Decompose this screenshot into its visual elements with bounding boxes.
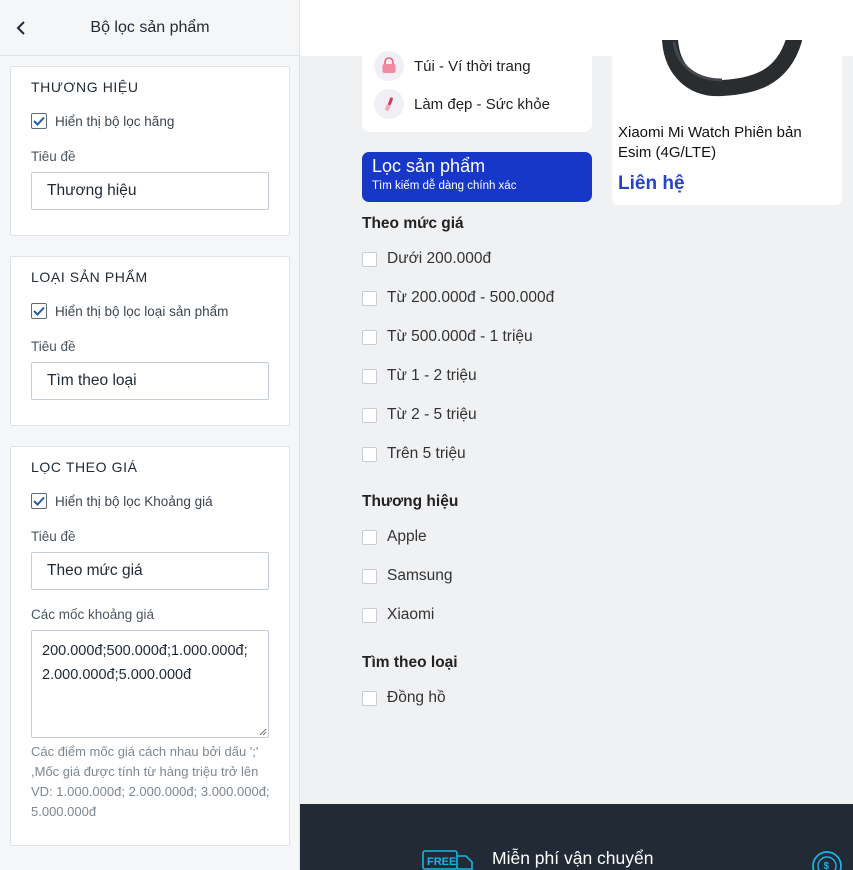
checkbox[interactable]	[362, 568, 377, 584]
field-label: Tiêu đề	[31, 339, 76, 354]
free-badge: FREE	[427, 856, 456, 868]
price-option[interactable]: Dưới 200.000đ	[362, 250, 491, 268]
card-heading: THƯƠNG HIỆU	[31, 79, 139, 95]
card-heading: LOẠI SẢN PHẨM	[31, 269, 148, 285]
preview-footer: FREE Miễn phí vận chuyển $	[300, 804, 853, 870]
option-label: Đồng hồ	[387, 689, 446, 706]
show-brand-filter-checkbox[interactable]: Hiển thị bộ lọc hãng	[31, 113, 174, 129]
option-label: Từ 1 - 2 triệu	[387, 367, 477, 384]
checkbox-checked[interactable]	[31, 303, 47, 319]
brand-option[interactable]: Apple	[362, 528, 427, 546]
checkbox-label: Hiển thị bộ lọc loại sản phẩm	[55, 303, 229, 319]
price-filter-title: Theo mức giá	[362, 215, 464, 232]
checkbox[interactable]	[362, 251, 377, 267]
price-option[interactable]: Từ 500.000đ - 1 triệu	[362, 328, 533, 346]
free-shipping-text: Miễn phí vận chuyển	[492, 848, 654, 868]
chevron-left-icon	[16, 21, 25, 35]
brand-title-input[interactable]: Thương hiệu	[31, 172, 269, 210]
filter-settings-panel: Bộ lọc sản phẩm THƯƠNG HIỆU Hiển thị bộ …	[0, 0, 300, 870]
option-label: Apple	[387, 528, 427, 545]
show-type-filter-checkbox[interactable]: Hiển thị bộ lọc loại sản phẩm	[31, 303, 228, 319]
brand-option[interactable]: Xiaomi	[362, 606, 434, 624]
resize-handle-icon[interactable]	[259, 728, 267, 736]
smartwatch-image	[662, 40, 802, 97]
panel-header: Bộ lọc sản phẩm	[0, 0, 299, 56]
show-price-filter-checkbox[interactable]: Hiển thị bộ lọc Khoảng giá	[31, 493, 213, 509]
category-label: Làm đẹp - Sức khỏe	[414, 95, 550, 113]
checkbox-label: Hiển thị bộ lọc hãng	[55, 113, 175, 129]
lipstick-icon	[374, 89, 404, 119]
price-filter-card: LỌC THEO GIÁ Hiển thị bộ lọc Khoảng giá …	[10, 446, 290, 846]
price-option[interactable]: Từ 1 - 2 triệu	[362, 367, 477, 385]
filter-banner: Lọc sản phẩm Tìm kiếm dễ dàng chính xác	[362, 152, 592, 202]
option-label: Từ 2 - 5 triệu	[387, 406, 477, 423]
checkbox[interactable]	[362, 329, 377, 345]
price-option[interactable]: Từ 2 - 5 triệu	[362, 406, 477, 424]
price-option[interactable]: Từ 200.000đ - 500.000đ	[362, 289, 554, 307]
checkbox[interactable]	[362, 607, 377, 623]
checkbox-label: Hiển thị bộ lọc Khoảng giá	[55, 493, 213, 509]
store-preview: Túi - Ví thời trang Làm đẹp - Sức khỏe X…	[300, 0, 853, 870]
price-ranges-value: 200.000đ;500.000đ;1.000.000đ;2.000.000đ;…	[42, 643, 248, 683]
category-list: Túi - Ví thời trang Làm đẹp - Sức khỏe	[362, 46, 592, 132]
option-label: Samsung	[387, 567, 453, 584]
price-option[interactable]: Trên 5 triệu	[362, 445, 466, 463]
category-label: Túi - Ví thời trang	[414, 57, 531, 75]
checkbox-checked[interactable]	[31, 493, 47, 509]
category-item[interactable]: Làm đẹp - Sức khỏe	[374, 89, 550, 119]
filter-banner-title: Lọc sản phẩm	[372, 156, 486, 176]
filter-banner-subtitle: Tìm kiếm dễ dàng chính xác	[372, 180, 517, 192]
type-title-input[interactable]: Tìm theo loại	[31, 362, 269, 400]
checkmark-icon	[33, 306, 45, 316]
product-price: Liên hệ	[618, 173, 685, 194]
svg-text:$: $	[824, 861, 830, 870]
checkmark-icon	[33, 496, 45, 506]
checkbox[interactable]	[362, 368, 377, 384]
price-ranges-label: Các mốc khoảng giá	[31, 607, 155, 622]
category-item[interactable]: Túi - Ví thời trang	[374, 51, 531, 81]
checkbox[interactable]	[362, 529, 377, 545]
type-filter-card: LOẠI SẢN PHẨM Hiển thị bộ lọc loại sản p…	[10, 256, 290, 426]
product-name[interactable]: Xiaomi Mi Watch Phiên bản Esim (4G/LTE)	[618, 123, 833, 163]
option-label: Dưới 200.000đ	[387, 250, 492, 267]
type-filter-title: Tìm theo loại	[362, 654, 458, 671]
brand-option[interactable]: Samsung	[362, 567, 452, 585]
option-label: Từ 500.000đ - 1 triệu	[387, 328, 533, 345]
checkmark-icon	[33, 116, 45, 126]
brand-filter-title: Thương hiệu	[362, 493, 459, 510]
checkbox[interactable]	[362, 446, 377, 462]
checkbox[interactable]	[362, 407, 377, 423]
card-heading: LỌC THEO GIÁ	[31, 459, 138, 475]
price-ranges-textarea[interactable]: 200.000đ;500.000đ;1.000.000đ;2.000.000đ;…	[31, 630, 269, 738]
option-label: Trên 5 triệu	[387, 445, 466, 462]
panel-title: Bộ lọc sản phẩm	[90, 18, 210, 36]
field-label: Tiêu đề	[31, 149, 76, 164]
price-ranges-help: Các điểm mốc giá cách nhau bởi dấu ';' ,…	[31, 744, 270, 819]
brand-filter-card: THƯƠNG HIỆU Hiển thị bộ lọc hãng Tiêu đề…	[10, 66, 290, 236]
type-option[interactable]: Đồng hồ	[362, 689, 446, 707]
option-label: Từ 200.000đ - 500.000đ	[387, 289, 555, 306]
option-label: Xiaomi	[387, 606, 435, 623]
price-title-input[interactable]: Theo mức giá	[31, 552, 269, 590]
field-label: Tiêu đề	[31, 529, 76, 544]
back-button[interactable]	[10, 16, 32, 40]
handbag-icon	[374, 51, 404, 81]
product-card[interactable]: Xiaomi Mi Watch Phiên bản Esim (4G/LTE) …	[612, 40, 842, 205]
checkbox[interactable]	[362, 690, 377, 706]
checkbox-checked[interactable]	[31, 113, 47, 129]
checkbox[interactable]	[362, 290, 377, 306]
free-shipping-truck-icon: FREE	[422, 850, 473, 870]
money-coin-icon: $	[812, 851, 842, 870]
